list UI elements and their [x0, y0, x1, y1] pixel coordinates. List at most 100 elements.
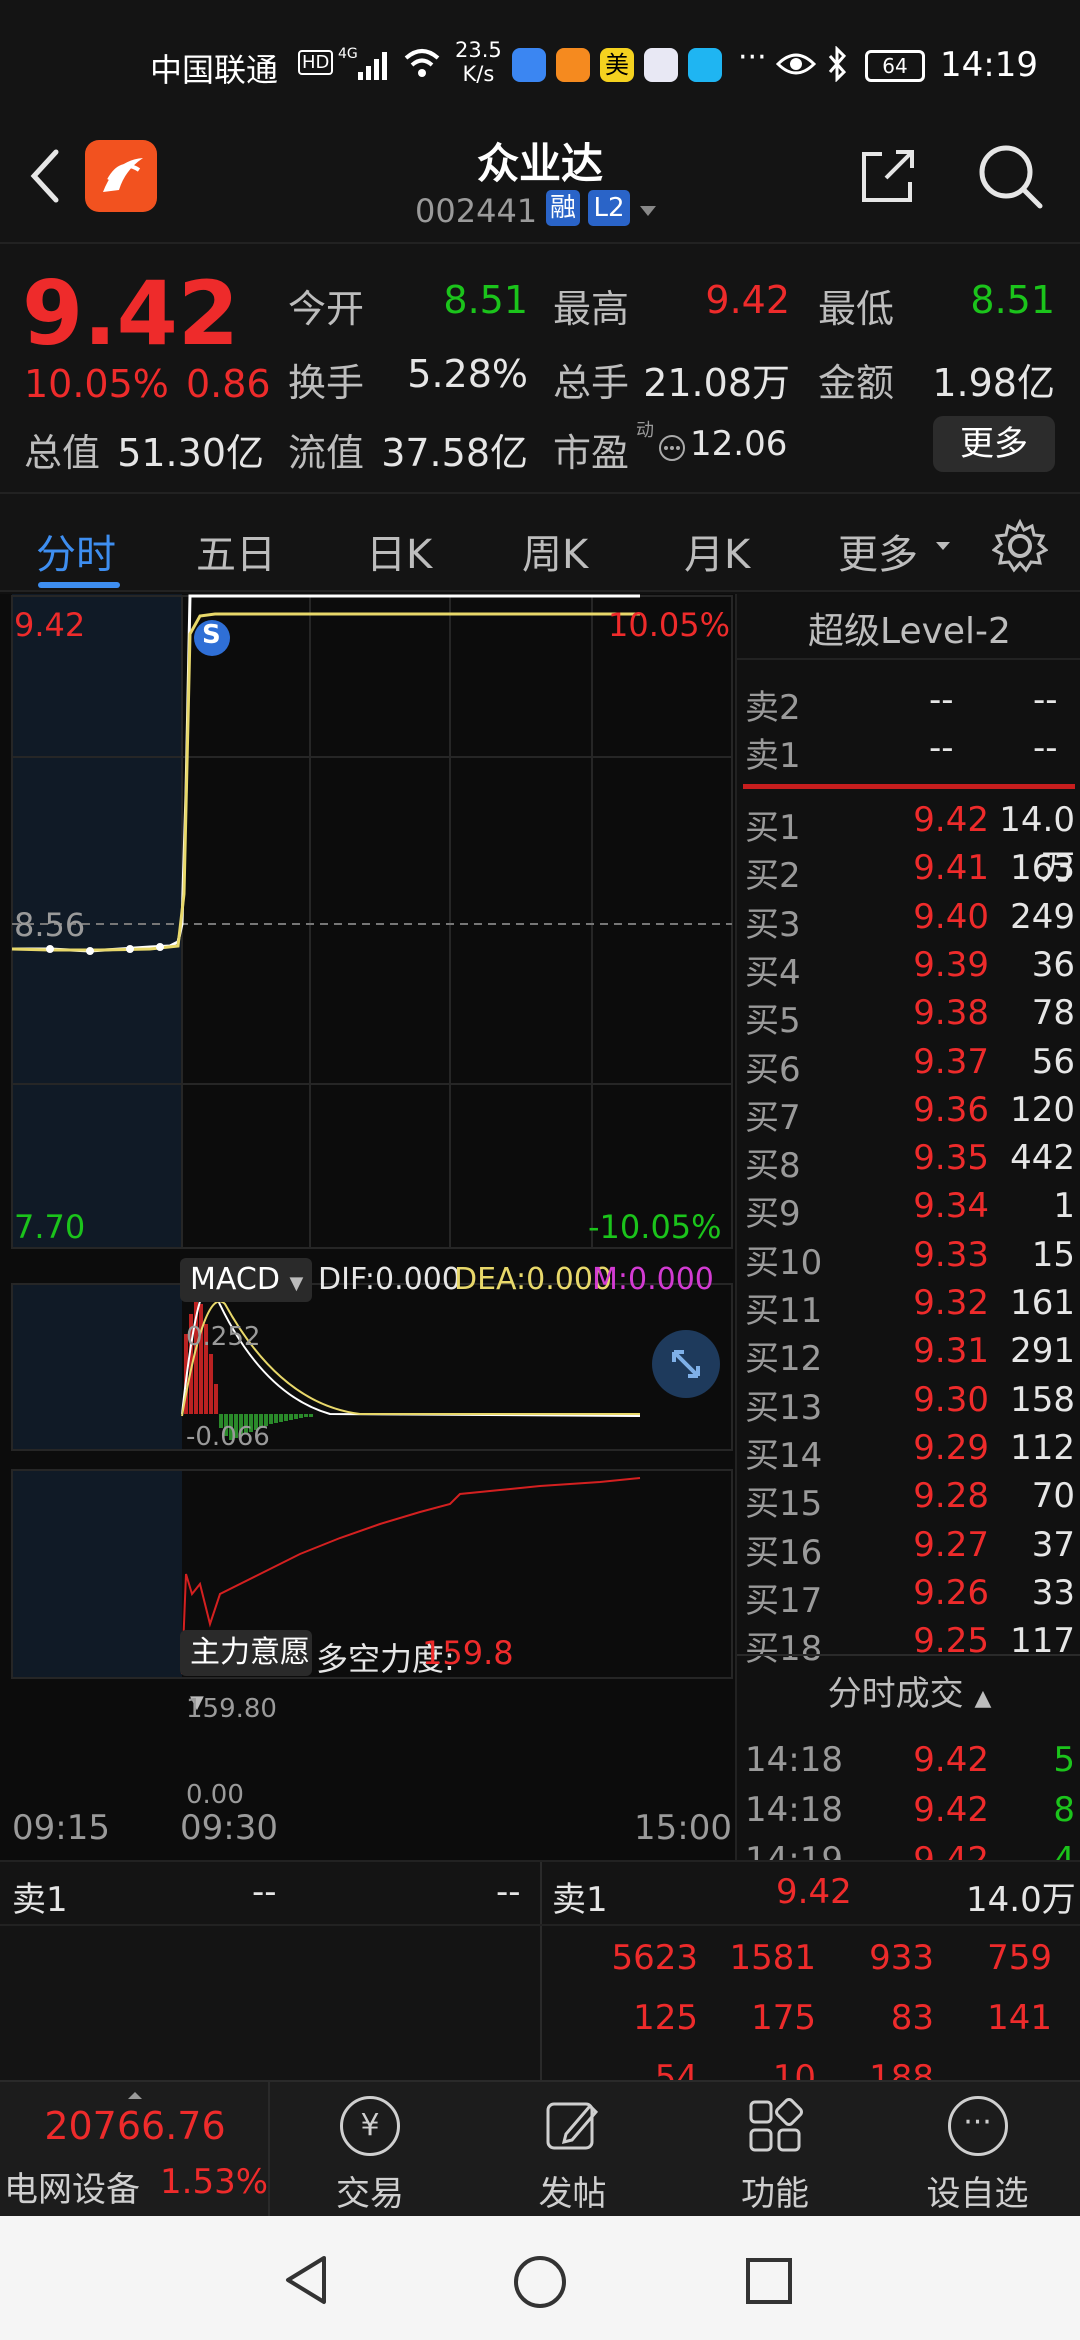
trade-volume: 8	[1053, 1790, 1075, 1830]
bid-row: 买17 9.26 33	[737, 1573, 1080, 1621]
expand-icon[interactable]	[652, 1330, 720, 1398]
amount-value: 1.98亿	[932, 361, 1055, 405]
bid-label: 买7	[745, 1097, 801, 1138]
bid-volume: 36	[1031, 944, 1075, 985]
bid-label: 买11	[745, 1291, 823, 1331]
more-button[interactable]: 更多	[933, 416, 1055, 472]
eye-icon	[776, 53, 816, 75]
nav-functions[interactable]: 功能	[675, 2082, 875, 2218]
volume-value: 21.08万	[643, 361, 790, 405]
trades-title[interactable]: 分时成交 ▲	[737, 1666, 1080, 1715]
battery-icon: 64	[865, 50, 925, 82]
nav-add-watchlist[interactable]: ··· 设自选	[875, 2082, 1080, 2218]
bid-volume: 161	[1010, 1283, 1075, 1323]
settings-gear-icon[interactable]	[992, 518, 1048, 574]
search-app-icon	[688, 48, 722, 82]
bid-label: 买2	[745, 856, 801, 897]
tab-monthly-k[interactable]: 月K	[684, 522, 750, 580]
pe-value: 12.06	[690, 424, 788, 464]
clock: 14:19	[940, 45, 1038, 85]
signal-marker-label: S	[202, 620, 221, 650]
more-dots-icon: ···	[738, 40, 767, 75]
bid-volume: 120	[1010, 1089, 1075, 1130]
bottom-nav: 20766.76 电网设备 1.53% ¥ 交易 发帖 功能 ··· 设自选	[0, 2080, 1080, 2218]
change-amount: 0.86	[186, 362, 271, 406]
network-speed: 23.5 K/s	[455, 38, 502, 86]
share-icon[interactable]	[856, 144, 920, 208]
stock-header: 众业达 002441 融 L2	[0, 130, 1080, 242]
index-value: 20766.76	[44, 2104, 226, 2148]
low-value: 8.51	[970, 278, 1055, 322]
macd-selector[interactable]: MACD ▼	[180, 1258, 312, 1302]
grid-functions-icon	[749, 2098, 803, 2152]
force-selector[interactable]: 主力意愿 ▼	[180, 1630, 312, 1713]
turnover-label: 换手	[288, 361, 365, 405]
mktcap-label: 总值	[24, 431, 101, 475]
intraday-chart[interactable]: 9.42 10.05% 8.56 7.70 -10.05% S MACD ▼ D…	[0, 594, 735, 1860]
low-label: 最低	[818, 287, 895, 331]
index-ticker[interactable]: 20766.76 电网设备 1.53%	[0, 2082, 270, 2218]
bid-row: 买5 9.38 78	[737, 993, 1080, 1041]
level2-panel[interactable]: 超级Level-2 卖2 -- -- 卖1 -- -- 买1 9.42 14.0万买…	[735, 594, 1080, 1880]
level2-title[interactable]: 超级Level-2	[737, 602, 1080, 654]
float-value: 37.58亿	[381, 431, 528, 475]
bid-volume: 112	[1010, 1427, 1075, 1468]
more-dots-circle-icon: ···	[947, 2096, 1008, 2156]
info-dots-icon[interactable]	[658, 434, 686, 462]
margin-tag: 融	[546, 190, 580, 226]
mktcap-value: 51.30亿	[117, 431, 264, 475]
time-start: 09:15	[12, 1808, 110, 1848]
bid-row: 买7 9.36 120	[737, 1090, 1080, 1138]
quote-panel: 9.42 10.05% 0.86 今开 8.51 最高 9.42 最低 8.51…	[0, 242, 1080, 492]
system-nav-bar	[0, 2216, 1080, 2340]
bid-label: 买13	[745, 1387, 823, 1428]
bid-label: 买8	[745, 1146, 801, 1187]
bid-row: 买16 9.27 37	[737, 1525, 1080, 1573]
bid-volume: 1	[1053, 1186, 1075, 1227]
home-circle-icon[interactable]	[512, 2254, 568, 2310]
tab-more[interactable]: 更多	[838, 522, 918, 580]
tab-daily-k[interactable]: 日K	[366, 522, 432, 580]
svg-text:4G: 4G	[338, 46, 358, 62]
last-price: 9.42	[22, 262, 240, 365]
bid-volume: 442	[1010, 1138, 1075, 1179]
nav-trade[interactable]: ¥ 交易	[270, 2082, 470, 2218]
search-icon[interactable]	[976, 142, 1046, 212]
bid-label: 买17	[745, 1580, 823, 1621]
pe-label: 市盈	[553, 431, 630, 475]
volume-label: 总手	[553, 361, 630, 405]
tab-intraday[interactable]: 分时	[36, 522, 116, 580]
level2-title-divider	[737, 658, 1080, 660]
code-dropdown-icon[interactable]	[638, 204, 658, 218]
bid-row: 买10 9.33 15	[737, 1235, 1080, 1283]
baidu-icon	[644, 48, 678, 82]
bid-volume: 33	[1031, 1572, 1075, 1613]
queue-cell: 141	[987, 1998, 1052, 2038]
queue-cell: 5623	[611, 1938, 698, 1978]
index-name: 电网设备	[4, 2170, 140, 2210]
bid-label: 买9	[745, 1194, 801, 1235]
change-percent: 10.05%	[24, 362, 169, 406]
right-queue-price: 9.42	[776, 1872, 852, 1912]
macd-dea-line	[181, 1300, 640, 1417]
signal-4g-icon: 4G	[338, 46, 387, 80]
force-axis-top: 159.80	[186, 1694, 277, 1724]
queue-cell: 759	[987, 1938, 1052, 1978]
recents-square-icon[interactable]	[744, 2256, 794, 2306]
force-axis-bottom: 0.00	[186, 1780, 244, 1810]
bid-row: 买18 9.25 117	[737, 1621, 1080, 1669]
back-triangle-icon[interactable]	[282, 2254, 332, 2306]
hd-icon: HD	[298, 50, 334, 75]
meituan-icon: 美	[600, 48, 634, 82]
queue-header-line	[0, 1924, 1080, 1926]
bid-label: 买6	[745, 1049, 801, 1090]
trade-row: 14:18 9.42 5	[737, 1740, 1080, 1788]
video-icon	[556, 48, 590, 82]
nav-post[interactable]: 发帖	[470, 2082, 675, 2218]
tab-weekly-k[interactable]: 周K	[522, 522, 588, 580]
trade-row: 14:18 9.42 8	[737, 1790, 1080, 1838]
tab-five-day[interactable]: 五日	[196, 522, 276, 580]
axis-pct-high: 10.05%	[608, 606, 731, 644]
axis-price-mid: 8.56	[14, 906, 86, 944]
chevron-up-icon	[128, 2092, 142, 2099]
